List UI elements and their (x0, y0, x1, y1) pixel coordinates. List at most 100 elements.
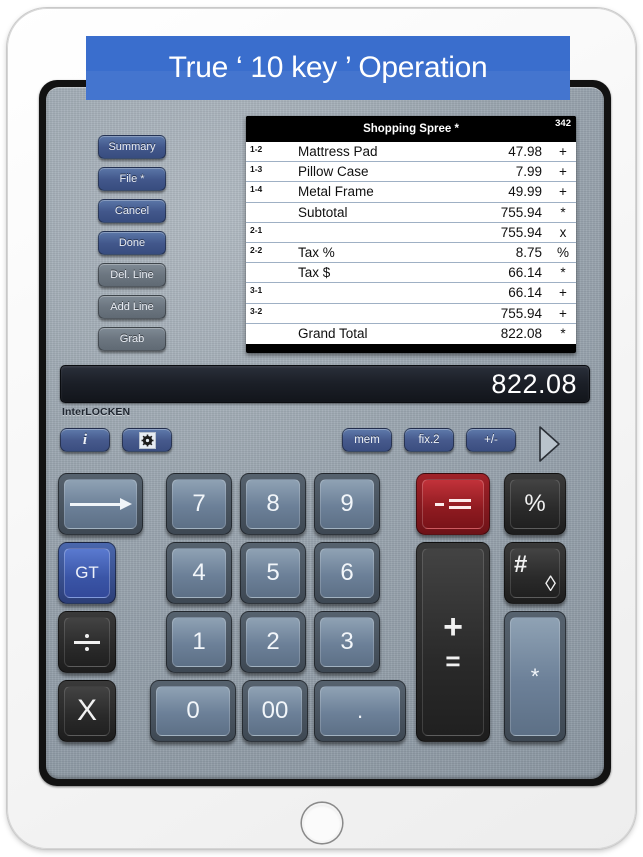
tape-row-value: 755.94 (500, 204, 542, 220)
side-button-label: Del. Line (110, 269, 154, 281)
tape-row-operator: + (559, 285, 567, 301)
side-button-label: Done (118, 237, 146, 249)
side-button-grab[interactable]: Grab (98, 327, 166, 351)
tape-row-value: 49.99 (508, 184, 542, 200)
side-button-file[interactable]: File * (98, 167, 166, 191)
tape-row-value: 755.94 (500, 224, 542, 240)
key-plus-equals[interactable]: + = (416, 542, 490, 742)
key-label: . (356, 698, 364, 723)
tape-row[interactable]: 1-3 Pillow Case 7.99 + (246, 162, 576, 183)
key-7[interactable]: 7 (166, 473, 232, 535)
memory-button[interactable]: mem (342, 428, 392, 452)
settings-button[interactable] (122, 428, 172, 452)
tape-row[interactable]: Subtotal 755.94 * (246, 202, 576, 223)
key-multiply[interactable]: X (58, 680, 116, 742)
key-label: * (530, 663, 540, 689)
tape-row-number: 2-1 (250, 224, 263, 235)
side-button-label: File * (119, 173, 145, 185)
tape-row[interactable]: 2-2 Tax % 8.75% (246, 242, 576, 264)
tape-row-value: 66.14 (508, 285, 542, 301)
key-label: 3 (340, 628, 354, 655)
key-8[interactable]: 8 (240, 473, 306, 535)
key-label: 5 (266, 559, 280, 586)
minus-equals-icon (435, 499, 471, 509)
side-button-label: Cancel (114, 205, 150, 217)
key-decimal-point[interactable]: . (314, 680, 406, 742)
side-button-add-line[interactable]: Add Line (98, 295, 166, 319)
calculator-toolbar: i mem fix.2 +/- (46, 424, 604, 464)
tape-row[interactable]: 3-2 755.94 + (246, 303, 576, 324)
tape-row-number: 1-2 (250, 144, 263, 154)
tape-row-label: Grand Total (298, 326, 368, 342)
tape-row-number: 1-3 (250, 164, 263, 175)
key-label: 00 (261, 697, 289, 724)
side-button-summary[interactable]: Summary (98, 135, 166, 159)
tape-row-value: 822.08 (500, 326, 542, 342)
key-0[interactable]: 0 (150, 680, 236, 742)
tape-row[interactable]: 1-4 Metal Frame 49.99 + (246, 182, 576, 203)
arrow-right-icon (69, 497, 132, 511)
tape-row-value: 755.94 (500, 305, 542, 321)
info-icon: i (82, 431, 88, 448)
plus-minus-button[interactable]: +/- (466, 428, 516, 452)
key-gt[interactable]: GT (58, 542, 116, 604)
key-hash-diamond[interactable]: # ◊ (504, 542, 566, 604)
key-label: GT (75, 563, 99, 582)
key-9[interactable]: 9 (314, 473, 380, 535)
tape-row-operator: * (560, 265, 566, 281)
home-button[interactable] (301, 803, 342, 843)
key-4[interactable]: 4 (166, 542, 232, 604)
side-button-del-line[interactable]: Del. Line (98, 263, 166, 287)
side-button-cancel[interactable]: Cancel (98, 199, 166, 223)
key-00[interactable]: 00 (242, 680, 308, 742)
key-tab-right[interactable] (58, 473, 143, 535)
tape-row[interactable]: 1-2 Mattress Pad 47.98 + (246, 142, 576, 163)
plus-label: + (443, 608, 463, 646)
key-label: 9 (340, 490, 354, 517)
tape-row-operator: % (556, 245, 569, 261)
tape-row[interactable]: 3-1 66.14 + (246, 283, 576, 304)
key-label: 8 (266, 490, 280, 517)
tape-row-label: Metal Frame (298, 184, 374, 200)
equals-label: = (445, 646, 461, 676)
fix-decimal-button[interactable]: fix.2 (404, 428, 454, 452)
tape-header: Shopping Spree * 342 (246, 116, 576, 142)
key-6[interactable]: 6 (314, 542, 380, 604)
key-2[interactable]: 2 (240, 611, 306, 673)
diamond-label: ◊ (545, 571, 556, 596)
tape-row-value: 7.99 (515, 164, 542, 180)
tape-row-operator: + (559, 164, 567, 180)
tape-row[interactable]: 2-1 755.94 x (246, 222, 576, 243)
key-minus-equals[interactable] (416, 473, 490, 535)
calculator-tape[interactable]: Shopping Spree * 342 1-2 Mattress Pad 47.9… (246, 116, 576, 353)
page-title: True ‘ 10 key ’ Operation (168, 51, 488, 84)
tape-row[interactable]: Grand Total 822.08 * (246, 323, 576, 344)
key-asterisk[interactable]: * (504, 611, 566, 742)
key-5[interactable]: 5 (240, 542, 306, 604)
tape-bottom-bar (246, 343, 576, 349)
calculator-panel: Summary File * Cancel Done Del. Line Add… (46, 87, 604, 779)
key-percent[interactable]: % (504, 473, 566, 535)
info-button[interactable]: i (60, 428, 110, 452)
tape-row-number: 3-2 (250, 305, 263, 316)
tape-row[interactable]: Tax $ 66.14 * (246, 263, 576, 284)
key-3[interactable]: 3 (314, 611, 380, 673)
tape-row-number: 3-1 (250, 285, 263, 296)
tape-row-operator: + (559, 144, 567, 160)
key-1[interactable]: 1 (166, 611, 232, 673)
key-label: 4 (192, 559, 206, 586)
hash-diamond-icon: # ◊ (512, 551, 558, 596)
tape-row-value: 47.98 (508, 144, 542, 160)
triangle-right-icon[interactable] (536, 424, 562, 464)
side-button-done[interactable]: Done (98, 231, 166, 255)
key-divide[interactable] (58, 611, 116, 673)
tape-row-label: Pillow Case (298, 164, 369, 180)
tape-row-operator: * (560, 204, 566, 220)
key-label: 1 (192, 628, 206, 655)
key-label: % (524, 490, 546, 517)
tape-row-number: 2-2 (250, 244, 263, 255)
side-button-label: Add Line (110, 301, 154, 313)
side-button-label: Grab (119, 333, 145, 345)
tape-row-operator: + (559, 305, 567, 321)
key-label: 7 (192, 490, 206, 517)
